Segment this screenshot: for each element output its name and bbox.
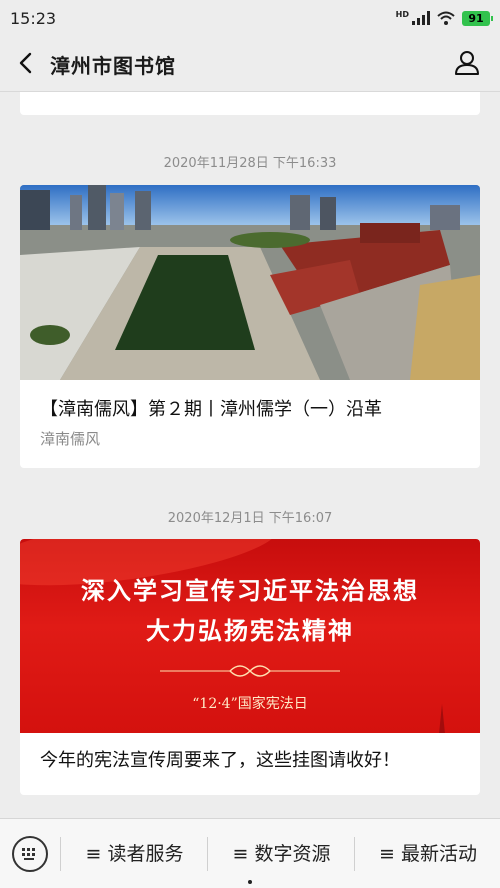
status-icons: HD 91 [395,9,493,26]
article-card[interactable]: 深入学习宣传习近平法治思想 大力弘扬宪法精神 “12·4”国家宪法日 今年的宪法… [20,539,480,795]
banner-headline-line1: 深入学习宣传习近平法治思想 [81,577,419,605]
tower-icon [439,704,445,733]
back-arrow-icon[interactable] [12,48,42,78]
keyboard-icon [22,848,35,860]
page-title: 漳州市图书馆 [50,54,176,78]
menu-divider [207,837,208,871]
keyboard-toggle-button[interactable] [12,836,48,872]
status-time: 15:23 [10,8,57,28]
message-timestamp: 2020年12月1日 下午16:07 [167,511,333,526]
home-indicator [248,880,252,884]
battery-icon: 91 [462,10,493,26]
banner-headline-line2: 大力弘扬宪法精神 [146,617,354,645]
article-cover-banner: 深入学习宣传习近平法治思想 大力弘扬宪法精神 “12·4”国家宪法日 [20,539,480,733]
previous-article-card[interactable] [20,92,480,115]
article-card[interactable]: 【漳南儒风】第２期丨漳州儒学（一）沿革 漳南儒风 [20,185,480,468]
menu-latest-activities[interactable]: ≡ 最新活动 [356,837,500,871]
battery-level: 91 [468,11,484,25]
menu-digital-resources[interactable]: ≡ 数字资源 [209,837,354,871]
menu-divider [354,837,355,871]
article-title[interactable]: 【漳南儒风】第２期丨漳州儒学（一）沿革 [20,398,480,422]
message-list[interactable]: 2020年11月28日 下午16:33 【漳南儒风】第２期丨漳州儒学（一）沿革 … [0,92,500,818]
article-cover-image [20,185,480,380]
article-title[interactable]: 今年的宪法宣传周要来了，这些挂图请收好！ [20,749,480,773]
menu-divider [60,837,61,871]
profile-icon[interactable] [452,48,482,78]
ornament-divider-icon [160,665,340,677]
banner-date: “12·4”国家宪法日 [192,696,308,712]
hd-label: HD [395,9,409,19]
menu-reader-services[interactable]: ≡ 读者服务 [62,837,207,871]
bottom-menu: ≡ 读者服务 ≡ 数字资源 ≡ 最新活动 [0,818,500,888]
status-bar: 15:23 HD 91 [0,0,500,36]
article-source: 漳南儒风 [40,430,101,448]
message-timestamp: 2020年11月28日 下午16:33 [163,156,337,171]
signal-icon [412,11,430,25]
wifi-icon [437,11,455,25]
nav-bar: 漳州市图书馆 [0,36,500,92]
